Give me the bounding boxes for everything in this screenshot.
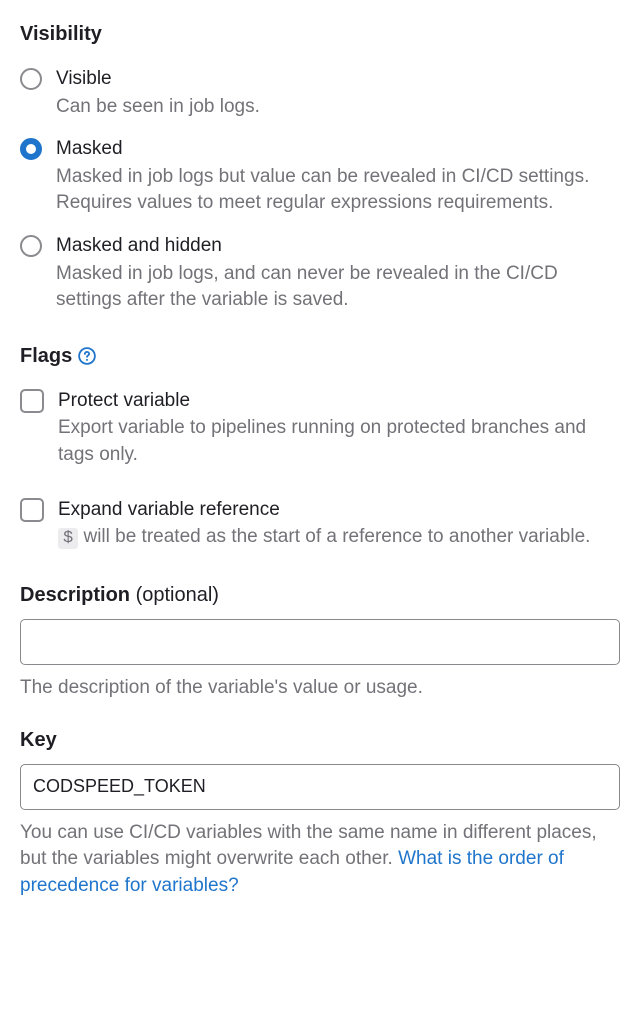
- flags-heading-row: Flags: [20, 342, 620, 370]
- description-help: The description of the variable's value …: [20, 675, 620, 702]
- checkbox-expand[interactable]: [20, 498, 44, 522]
- radio-label-visible[interactable]: Visible: [56, 66, 620, 93]
- radio-desc-masked-hidden: Masked in job logs, and can never be rev…: [56, 261, 620, 314]
- radio-label-masked-hidden[interactable]: Masked and hidden: [56, 233, 620, 260]
- flag-protect-option[interactable]: Protect variable Export variable to pipe…: [20, 388, 620, 469]
- flags-checkbox-group: Protect variable Export variable to pipe…: [20, 388, 620, 551]
- visibility-heading: Visibility: [20, 20, 620, 48]
- radio-visible[interactable]: [20, 68, 42, 90]
- code-dollar: $: [58, 528, 78, 549]
- visibility-radio-group: Visible Can be seen in job logs. Masked …: [20, 66, 620, 314]
- key-field-group: Key You can use CI/CD variables with the…: [20, 726, 620, 900]
- visibility-option-masked-hidden[interactable]: Masked and hidden Masked in job logs, an…: [20, 233, 620, 314]
- checkbox-label-protect[interactable]: Protect variable: [58, 388, 620, 415]
- checkbox-content: Protect variable Export variable to pipe…: [58, 388, 620, 469]
- expand-desc-text: will be treated as the start of a refere…: [78, 526, 590, 547]
- checkbox-desc-protect: Export variable to pipelines running on …: [58, 415, 620, 468]
- key-label: Key: [20, 726, 620, 754]
- radio-content: Masked and hidden Masked in job logs, an…: [56, 233, 620, 314]
- key-input[interactable]: [20, 764, 620, 810]
- radio-masked-hidden[interactable]: [20, 235, 42, 257]
- flags-heading: Flags: [20, 342, 72, 370]
- radio-desc-masked: Masked in job logs but value can be reve…: [56, 164, 620, 217]
- radio-content: Masked Masked in job logs but value can …: [56, 136, 620, 217]
- radio-content: Visible Can be seen in job logs.: [56, 66, 620, 120]
- checkbox-desc-expand: $ will be treated as the start of a refe…: [58, 524, 620, 551]
- radio-desc-visible: Can be seen in job logs.: [56, 94, 620, 121]
- checkbox-content: Expand variable reference $ will be trea…: [58, 497, 620, 551]
- radio-label-masked[interactable]: Masked: [56, 136, 620, 163]
- visibility-option-masked[interactable]: Masked Masked in job logs but value can …: [20, 136, 620, 217]
- checkbox-label-expand[interactable]: Expand variable reference: [58, 497, 620, 524]
- checkbox-protect[interactable]: [20, 389, 44, 413]
- description-field-group: Description (optional) The description o…: [20, 581, 620, 702]
- visibility-option-visible[interactable]: Visible Can be seen in job logs.: [20, 66, 620, 120]
- description-label-row: Description (optional): [20, 581, 620, 609]
- help-icon[interactable]: [78, 347, 96, 365]
- description-input[interactable]: [20, 619, 620, 665]
- radio-masked[interactable]: [20, 138, 42, 160]
- flag-expand-option[interactable]: Expand variable reference $ will be trea…: [20, 497, 620, 551]
- description-label: Description: [20, 584, 130, 606]
- key-help: You can use CI/CD variables with the sam…: [20, 820, 620, 900]
- description-optional: (optional): [130, 584, 219, 606]
